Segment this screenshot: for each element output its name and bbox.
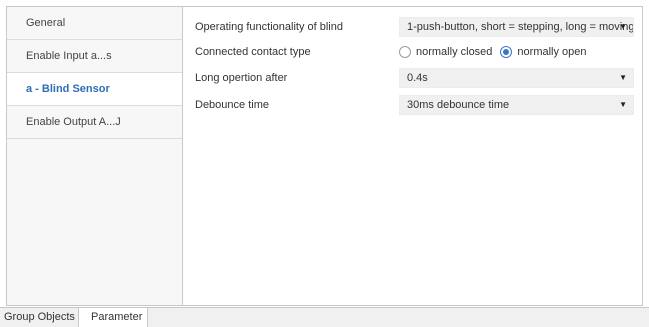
long-op-dropdown[interactable]: 0.4s ▼ xyxy=(399,68,634,88)
caret-down-icon: ▼ xyxy=(619,22,627,31)
long-op-label: Long opertion after xyxy=(195,72,288,84)
param-row-debounce: Debounce time 30ms debounce time ▼ xyxy=(195,95,634,117)
radio-normally-closed-label: normally closed xyxy=(416,46,493,58)
radio-checked-icon[interactable] xyxy=(500,46,513,58)
radio-normally-closed[interactable]: normally closed xyxy=(399,46,492,58)
radio-normally-open[interactable]: normally open xyxy=(500,46,587,58)
sidebar-item-enable-input[interactable]: Enable Input a...s xyxy=(7,40,182,73)
sidebar: General Enable Input a...s a - Blind Sen… xyxy=(7,7,183,305)
operating-dropdown[interactable]: 1-push-button, short = stepping, long = … xyxy=(399,17,634,37)
long-op-value: 0.4s xyxy=(407,72,428,84)
operating-label: Operating functionality of blind xyxy=(195,21,343,33)
param-row-contact: Connected contact type normally closed n… xyxy=(195,42,634,64)
debounce-dropdown[interactable]: 30ms debounce time ▼ xyxy=(399,95,634,115)
operating-value: 1-push-button, short = stepping, long = … xyxy=(407,21,634,33)
parameter-window: General Enable Input a...s a - Blind Sen… xyxy=(6,6,643,306)
caret-down-icon: ▼ xyxy=(619,100,627,109)
param-row-operating: Operating functionality of blind 1-push-… xyxy=(195,17,634,39)
parameter-panel: Operating functionality of blind 1-push-… xyxy=(183,7,642,305)
param-row-long-op: Long opertion after 0.4s ▼ xyxy=(195,68,634,90)
sidebar-item-blind-sensor[interactable]: a - Blind Sensor xyxy=(7,73,182,106)
radio-normally-open-label: normally open xyxy=(517,46,587,58)
tab-parameter[interactable]: Parameter xyxy=(78,308,148,327)
bottom-tab-bar: Group Objects Parameter xyxy=(0,307,649,327)
tab-group-objects[interactable]: Group Objects xyxy=(4,308,76,327)
contact-label: Connected contact type xyxy=(195,46,311,58)
sidebar-item-enable-output[interactable]: Enable Output A...J xyxy=(7,106,182,139)
debounce-label: Debounce time xyxy=(195,99,269,111)
radio-unchecked-icon[interactable] xyxy=(399,46,411,58)
caret-down-icon: ▼ xyxy=(619,73,627,82)
debounce-value: 30ms debounce time xyxy=(407,99,510,111)
contact-radio-group: normally closed normally open xyxy=(399,43,595,61)
sidebar-item-general[interactable]: General xyxy=(7,7,182,40)
